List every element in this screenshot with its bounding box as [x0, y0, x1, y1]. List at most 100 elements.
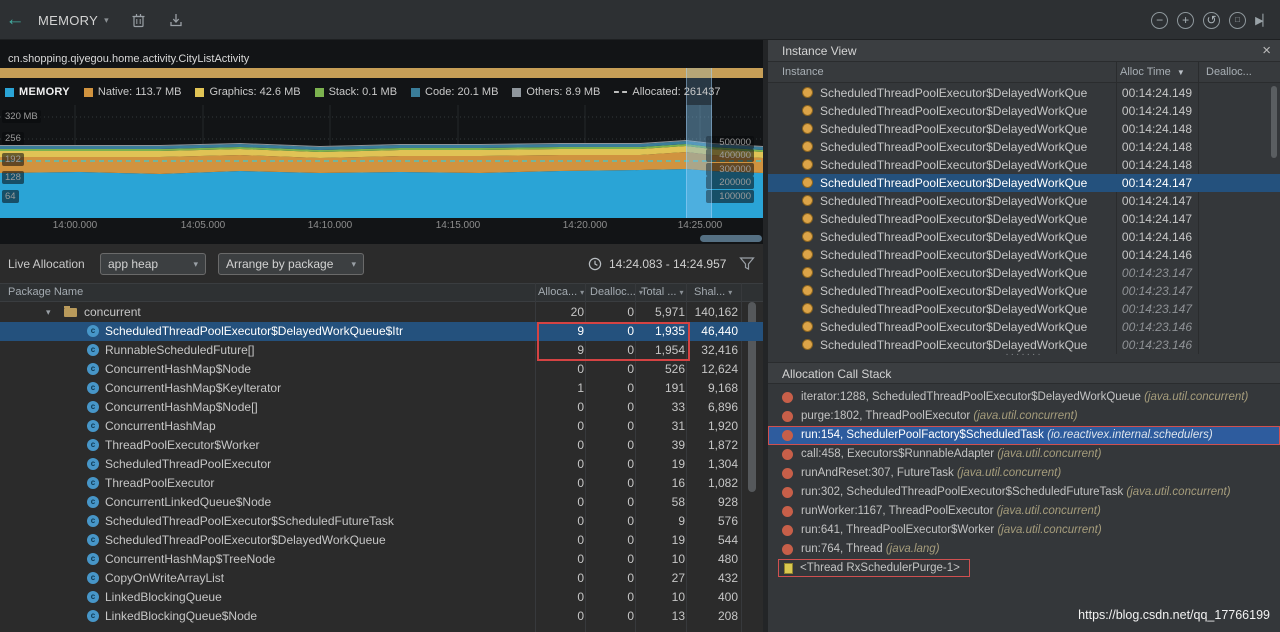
close-icon[interactable]: × — [1262, 40, 1271, 62]
class-row[interactable]: c ConcurrentHashMap$Node 0 0 526 12,624 — [0, 360, 763, 379]
frame-package: (java.util.concurrent) — [997, 448, 1102, 460]
export-session-button[interactable] — [168, 12, 184, 28]
frame-method: call:458, Executors$RunnableAdapter — [801, 448, 998, 460]
class-row[interactable]: c ScheduledThreadPoolExecutor$DelayedWork… — [0, 322, 763, 341]
allocation-toolbar: Live Allocation app heap ▾ Arrange by pa… — [0, 248, 763, 282]
class-name: ConcurrentHashMap$TreeNode — [105, 552, 276, 566]
shallow-size-value: 6,896 — [707, 400, 738, 414]
deallocations-value: 0 — [627, 514, 634, 528]
allocations-value: 0 — [577, 571, 584, 585]
instance-row[interactable]: ScheduledThreadPoolExecutor$DelayedWorkQ… — [768, 174, 1280, 192]
class-row[interactable]: c ThreadPoolExecutor 0 0 16 1,082 — [0, 474, 763, 493]
class-row[interactable]: c LinkedBlockingQueue 0 0 10 400 — [0, 588, 763, 607]
instance-name: ScheduledThreadPoolExecutor$DelayedWorkQ… — [820, 104, 1088, 118]
class-row[interactable]: c ConcurrentHashMap$Node[] 0 0 33 6,896 — [0, 398, 763, 417]
alloc-time-value: 00:14:24.146 — [1121, 248, 1192, 262]
expander-icon[interactable]: ▾ — [46, 303, 51, 322]
instance-row[interactable]: ScheduledThreadPoolExecutor$DelayedWorkQ… — [768, 156, 1280, 174]
class-name: ConcurrentHashMap$Node[] — [105, 400, 258, 414]
class-row[interactable]: c ConcurrentHashMap 0 0 31 1,920 — [0, 417, 763, 436]
shallow-size-value: 12,624 — [701, 362, 738, 376]
zoom-out-icon[interactable]: − — [1151, 11, 1169, 29]
class-row[interactable]: c ScheduledThreadPoolExecutor$ScheduledFu… — [0, 512, 763, 531]
timeline-scrollbar[interactable] — [700, 235, 762, 242]
total-count-value: 9 — [678, 514, 685, 528]
package-row[interactable]: ▾ concurrent 20 0 5,971 140,162 — [0, 303, 763, 322]
total-count-value: 10 — [671, 590, 685, 604]
class-row[interactable]: c ThreadPoolExecutor$Worker 0 0 39 1,872 — [0, 436, 763, 455]
class-name: ScheduledThreadPoolExecutor$DelayedWorkQ… — [105, 324, 403, 338]
call-stack-frame[interactable]: runAndReset:307, FutureTask (java.util.c… — [768, 464, 1280, 483]
total-count-value: 526 — [664, 362, 685, 376]
instance-row[interactable]: ScheduledThreadPoolExecutor$DelayedWorkQ… — [768, 228, 1280, 246]
instance-row[interactable]: ScheduledThreadPoolExecutor$DelayedWorkQ… — [768, 264, 1280, 282]
call-stack-frame[interactable]: purge:1802, ThreadPoolExecutor (java.uti… — [768, 407, 1280, 426]
splitter-grip[interactable]: ······· — [768, 350, 1280, 362]
column-alloc-time[interactable]: Alloc Time ▼ — [1120, 62, 1185, 83]
instance-row[interactable]: ScheduledThreadPoolExecutor$DelayedWorkQ… — [768, 84, 1280, 102]
deallocations-value: 0 — [627, 495, 634, 509]
call-stack-frame[interactable]: run:764, Thread (java.lang) — [768, 540, 1280, 559]
class-row[interactable]: c ConcurrentLinkedQueue$Node 0 0 58 928 — [0, 493, 763, 512]
call-stack-frame[interactable]: <Thread RxSchedulerPurge-1> — [768, 559, 1280, 578]
call-stack-frame[interactable]: run:302, ScheduledThreadPoolExecutor$Sch… — [768, 483, 1280, 502]
heap-select[interactable]: app heap ▾ — [100, 253, 206, 275]
class-icon: c — [87, 534, 99, 546]
instance-row[interactable]: ScheduledThreadPoolExecutor$DelayedWorkQ… — [768, 192, 1280, 210]
class-row[interactable]: c ConcurrentHashMap$KeyIterator 1 0 191 9,168 — [0, 379, 763, 398]
instance-name: ScheduledThreadPoolExecutor$DelayedWorkQ… — [820, 158, 1088, 172]
time-tick-label: 14:00.000 — [52, 220, 98, 231]
header-allocations[interactable]: Alloca... ▾ — [538, 286, 584, 298]
toolbar-left-group: ← MEMORY ▾ — [0, 0, 184, 40]
class-row[interactable]: c RunnableScheduledFuture[] 9 0 1,954 32,416 — [0, 341, 763, 360]
deallocations-value: 0 — [627, 533, 634, 547]
call-stack-frame[interactable]: iterator:1288, ScheduledThreadPoolExecut… — [768, 388, 1280, 407]
time-tick-label: 14:15.000 — [435, 220, 481, 231]
class-row[interactable]: c ScheduledThreadPoolExecutor 0 0 19 1,304 — [0, 455, 763, 474]
instance-icon — [802, 177, 813, 188]
legend-item: Stack: 0.1 MB — [314, 86, 397, 98]
column-instance[interactable]: Instance — [782, 62, 824, 82]
back-icon[interactable]: ← — [0, 9, 30, 31]
instance-row[interactable]: ScheduledThreadPoolExecutor$DelayedWorkQ… — [768, 246, 1280, 264]
call-stack-frame[interactable]: run:154, SchedulerPoolFactory$ScheduledT… — [768, 426, 1280, 445]
package-folder-icon — [64, 306, 77, 317]
instance-row[interactable]: ScheduledThreadPoolExecutor$DelayedWorkQ… — [768, 300, 1280, 318]
class-row[interactable]: c CopyOnWriteArrayList 0 0 27 432 — [0, 569, 763, 588]
class-row[interactable]: c ConcurrentHashMap$TreeNode 0 0 10 480 — [0, 550, 763, 569]
instance-row[interactable]: ScheduledThreadPoolExecutor$DelayedWorkQ… — [768, 282, 1280, 300]
header-total-count[interactable]: Total ... ▾ — [641, 286, 683, 298]
memory-chart[interactable]: MEMORY Native: 113.7 MB Graphics: 42.6 MB… — [0, 78, 763, 218]
instance-row[interactable]: ScheduledThreadPoolExecutor$DelayedWorkQ… — [768, 138, 1280, 156]
memory-chart-svg — [0, 105, 763, 218]
header-shallow-size[interactable]: Shal... ▾ — [694, 286, 732, 298]
legend-item: Others: 8.9 MB — [512, 86, 600, 98]
shallow-size-value: 432 — [717, 571, 738, 585]
class-row[interactable]: c LinkedBlockingQueue$Node 0 0 13 208 — [0, 607, 763, 626]
filter-button[interactable] — [739, 256, 755, 276]
arrange-select[interactable]: Arrange by package ▾ — [218, 253, 364, 275]
reset-zoom-icon[interactable]: ↺ — [1203, 11, 1221, 29]
zoom-in-icon[interactable]: + — [1177, 11, 1195, 29]
call-stack-frame[interactable]: call:458, Executors$RunnableAdapter (jav… — [768, 445, 1280, 464]
header-package-name[interactable]: Package Name — [8, 286, 83, 298]
instance-row[interactable]: ScheduledThreadPoolExecutor$DelayedWorkQ… — [768, 102, 1280, 120]
instance-row[interactable]: ScheduledThreadPoolExecutor$DelayedWorkQ… — [768, 120, 1280, 138]
instance-icon — [802, 231, 813, 242]
instance-row[interactable]: ScheduledThreadPoolExecutor$DelayedWorkQ… — [768, 210, 1280, 228]
frame-method: run:641, ThreadPoolExecutor$Worker — [801, 524, 998, 536]
allocations-value: 9 — [577, 324, 584, 338]
instance-row[interactable]: ScheduledThreadPoolExecutor$DelayedWorkQ… — [768, 318, 1280, 336]
go-live-icon[interactable]: ▶▏ — [1255, 14, 1271, 27]
class-row[interactable]: c ScheduledThreadPoolExecutor$DelayedWork… — [0, 531, 763, 550]
zoom-to-selection-icon[interactable]: □ — [1229, 11, 1247, 29]
delete-session-button[interactable] — [131, 12, 146, 28]
instance-icon — [802, 267, 813, 278]
column-dealloc[interactable]: Dealloc... — [1206, 62, 1252, 82]
call-stack-frame[interactable]: runWorker:1167, ThreadPoolExecutor (java… — [768, 502, 1280, 521]
call-stack-frame[interactable]: run:641, ThreadPoolExecutor$Worker (java… — [768, 521, 1280, 540]
memory-area-layer — [0, 169, 763, 218]
session-selector[interactable]: MEMORY ▾ — [38, 13, 109, 28]
instance-list-scrollbar[interactable] — [1271, 86, 1277, 158]
class-icon: c — [87, 420, 99, 432]
